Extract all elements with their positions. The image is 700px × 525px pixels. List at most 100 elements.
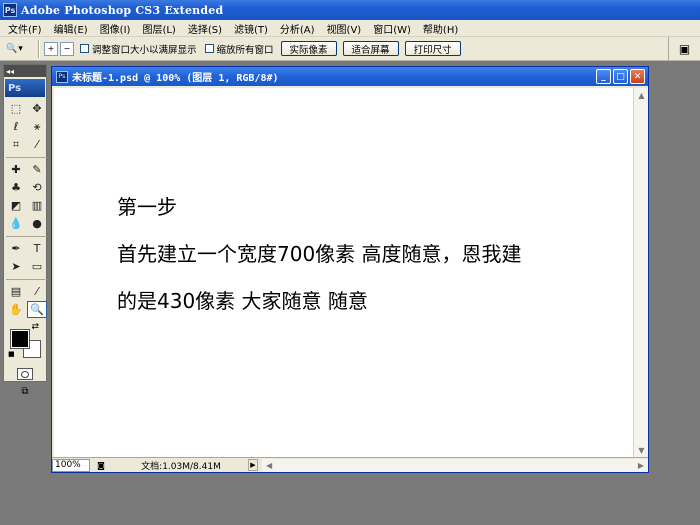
dodge-tool-icon[interactable]: ● [27, 215, 47, 232]
clone-stamp-tool-icon[interactable]: ♣ [6, 179, 26, 196]
canvas-text-line: 第一步 [117, 195, 177, 219]
crop-tool-icon[interactable]: ⌗ [6, 136, 26, 153]
print-size-button[interactable]: 打印尺寸 [404, 41, 461, 56]
history-brush-tool-icon[interactable]: ⟲ [27, 179, 47, 196]
resize-windows-checkbox[interactable]: 调整窗口大小以满屏显示 [80, 42, 197, 56]
palette-well-icon: ▣ [678, 42, 691, 56]
menu-image[interactable]: 图像(I) [94, 21, 137, 36]
checkbox-box[interactable] [80, 44, 89, 53]
canvas-text-line: 的是430像素 大家随意 随意 [117, 289, 368, 313]
toolbox-logo[interactable]: Ps [5, 79, 45, 97]
options-bar: 🔍 ▾ + − 调整窗口大小以满屏显示 缩放所有窗口 实际像素 适合屏幕 打印尺… [0, 37, 700, 61]
checkbox-box[interactable] [204, 44, 214, 53]
slice-tool-icon[interactable]: ⁄ [27, 136, 47, 153]
scroll-left-icon[interactable]: ◀ [266, 461, 272, 470]
divider [6, 233, 47, 237]
zoom-all-windows-checkbox[interactable]: 缩放所有窗口 [204, 42, 274, 56]
scroll-down-icon[interactable]: ▼ [634, 443, 649, 457]
menu-view[interactable]: 视图(V) [321, 21, 368, 36]
notes-tool-icon[interactable]: ▤ [6, 283, 26, 300]
menu-window[interactable]: 窗口(W) [367, 21, 417, 36]
minimize-icon: _ [601, 71, 606, 82]
menu-select[interactable]: 选择(S) [182, 21, 228, 36]
zoom-all-windows-label: 缩放所有窗口 [216, 44, 274, 56]
menu-filter[interactable]: 滤镜(T) [228, 21, 274, 36]
eraser-tool-icon[interactable]: ◩ [6, 197, 26, 214]
vertical-scrollbar[interactable]: ▲ ▼ [633, 88, 648, 457]
fit-screen-button[interactable]: 适合屏幕 [342, 41, 399, 56]
zoom-out-icon: − [63, 44, 71, 53]
document-window: Ps 未标题-1.psd @ 100% (图层 1, RGB/8#) _ □ ✕… [51, 66, 649, 473]
gradient-tool-icon[interactable]: ▥ [27, 197, 47, 214]
type-tool-icon[interactable]: T [27, 240, 47, 257]
actual-pixels-button[interactable]: 实际像素 [280, 41, 337, 56]
menu-file[interactable]: 文件(F) [2, 21, 48, 36]
document-icon: Ps [56, 70, 68, 83]
menu-analysis[interactable]: 分析(A) [274, 21, 321, 36]
close-icon: ✕ [633, 71, 642, 82]
lasso-tool-icon[interactable]: ℓ [6, 118, 26, 135]
swap-colors-icon[interactable]: ⇄ [31, 322, 39, 332]
zoom-in-button[interactable]: + [44, 41, 58, 56]
status-menu-button[interactable]: ▶ [248, 459, 258, 471]
zoom-in-icon: + [47, 44, 55, 53]
document-title-bar[interactable]: Ps 未标题-1.psd @ 100% (图层 1, RGB/8#) _ □ ✕ [52, 67, 648, 86]
divider [6, 154, 47, 158]
path-selection-tool-icon[interactable]: ➤ [6, 258, 26, 275]
hand-tool-icon[interactable]: ✋ [6, 301, 26, 318]
divider [38, 39, 40, 58]
menu-edit[interactable]: 编辑(E) [48, 21, 94, 36]
default-colors-icon[interactable]: ■ [8, 350, 15, 358]
quick-mask-button[interactable] [17, 368, 33, 380]
divider [6, 276, 47, 280]
zoom-out-button[interactable]: − [60, 41, 74, 56]
quick-mask-icon [21, 370, 29, 378]
chevron-down-icon: ▾ [18, 43, 23, 54]
horizontal-scrollbar[interactable]: ◀ ▶ [262, 458, 648, 472]
scroll-right-icon[interactable]: ▶ [638, 461, 644, 470]
menu-help[interactable]: 帮助(H) [417, 21, 464, 36]
maximize-icon: □ [616, 71, 625, 82]
magic-wand-tool-icon[interactable]: ⚹ [27, 118, 47, 135]
toolbox-grip[interactable]: ◂◂ [4, 65, 46, 77]
blur-tool-icon[interactable]: 💧 [6, 215, 26, 232]
app-title-bar: Ps Adobe Photoshop CS3 Extended [0, 0, 700, 20]
app-title: Adobe Photoshop CS3 Extended [21, 3, 224, 17]
minimize-button[interactable]: _ [596, 69, 611, 84]
healing-brush-tool-icon[interactable]: ✚ [6, 161, 26, 178]
foreground-color-swatch[interactable] [10, 329, 30, 349]
screen-mode-icon: ⧉ [21, 385, 29, 397]
document-size-info: 文档:1.03M/8.41M [141, 461, 221, 472]
color-swatches: ⇄ ■ [6, 322, 44, 362]
shape-tool-icon[interactable]: ▭ [27, 258, 47, 275]
maximize-button[interactable]: □ [613, 69, 628, 84]
eyedropper-tool-icon[interactable]: ⁄ [27, 283, 47, 300]
arrow-right-icon: ▶ [250, 461, 256, 469]
screen-mode-button[interactable]: ⧉ [16, 384, 34, 398]
brush-tool-icon[interactable]: ✎ [27, 161, 47, 178]
window-controls: _ □ ✕ [596, 69, 645, 84]
zoom-tool-icon[interactable]: 🔍 [27, 301, 47, 318]
photoshop-app-icon: Ps [3, 3, 17, 17]
close-button[interactable]: ✕ [630, 69, 645, 84]
menu-layer[interactable]: 图层(L) [136, 21, 181, 36]
canvas-text-line: 首先建立一个宽度700像素 高度随意，恩我建 [117, 242, 522, 266]
zoom-tool-icon: 🔍 [6, 43, 18, 54]
scroll-up-icon[interactable]: ▲ [634, 88, 649, 102]
tool-preset-picker[interactable]: 🔍 ▾ [6, 40, 34, 58]
collapse-icon: ◂◂ [6, 66, 15, 76]
marquee-tool-icon[interactable]: ⬚ [6, 100, 26, 117]
toolbox: ◂◂ Ps ⬚ ✥ ℓ ⚹ ⌗ ⁄ ✚ ✎ ♣ ⟲ ◩ ▥ 💧 ● ✒ T ➤ … [3, 64, 47, 397]
status-bar: 100% ◙ 文档:1.03M/8.41M ▶ ◀ ▶ [52, 457, 648, 472]
canvas-text-layer: 第一步 首先建立一个宽度700像素 高度随意，恩我建 的是430像素 大家随意 … [117, 184, 522, 325]
status-info-icon[interactable]: ◙ [94, 459, 108, 471]
tool-grid: ⬚ ✥ ℓ ⚹ ⌗ ⁄ ✚ ✎ ♣ ⟲ ◩ ▥ 💧 ● ✒ T ➤ ▭ ▤ ⁄ … [4, 100, 47, 318]
zoom-level-field[interactable]: 100% [52, 458, 90, 472]
palette-well-button[interactable]: ▣ [668, 37, 700, 61]
move-tool-icon[interactable]: ✥ [27, 100, 47, 117]
menu-bar: 文件(F) 编辑(E) 图像(I) 图层(L) 选择(S) 滤镜(T) 分析(A… [0, 20, 700, 37]
document-title: 未标题-1.psd @ 100% (图层 1, RGB/8#) [72, 73, 279, 84]
pen-tool-icon[interactable]: ✒ [6, 240, 26, 257]
resize-windows-label: 调整窗口大小以满屏显示 [92, 44, 197, 56]
document-canvas[interactable]: 第一步 首先建立一个宽度700像素 高度随意，恩我建 的是430像素 大家随意 … [54, 88, 633, 457]
